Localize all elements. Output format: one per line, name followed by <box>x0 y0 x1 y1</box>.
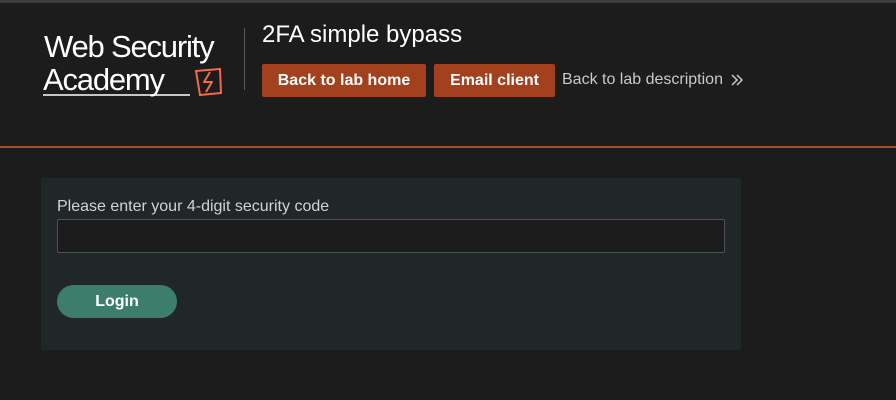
logo-line-1: Web Security <box>44 29 215 64</box>
security-code-label: Please enter your 4-digit security code <box>57 198 330 215</box>
login-button[interactable]: Login <box>57 285 177 318</box>
security-code-form: Please enter your 4-digit security code … <box>41 178 741 350</box>
back-to-lab-home-label: Back to lab home <box>277 71 411 89</box>
header-divider <box>0 146 896 148</box>
logo-divider <box>244 28 245 90</box>
back-to-lab-home-button[interactable]: Back to lab home <box>262 64 426 97</box>
email-client-button[interactable]: Email client <box>434 64 555 97</box>
double-chevron-right-icon <box>731 74 743 86</box>
security-code-input[interactable] <box>57 219 725 253</box>
lab-header: Web Security Academy 2FA simple bypass B… <box>0 3 896 146</box>
back-to-lab-description-label: Back to lab description <box>562 71 723 88</box>
lab-title: 2FA simple bypass <box>262 21 463 48</box>
back-to-lab-description-link[interactable]: Back to lab description <box>562 69 743 91</box>
logo-line-2: Academy <box>43 62 166 97</box>
login-label: Login <box>95 292 139 310</box>
email-client-label: Email client <box>450 71 539 89</box>
logo-lightning-icon <box>203 71 213 93</box>
web-security-academy-logo[interactable]: Web Security Academy <box>40 25 245 101</box>
